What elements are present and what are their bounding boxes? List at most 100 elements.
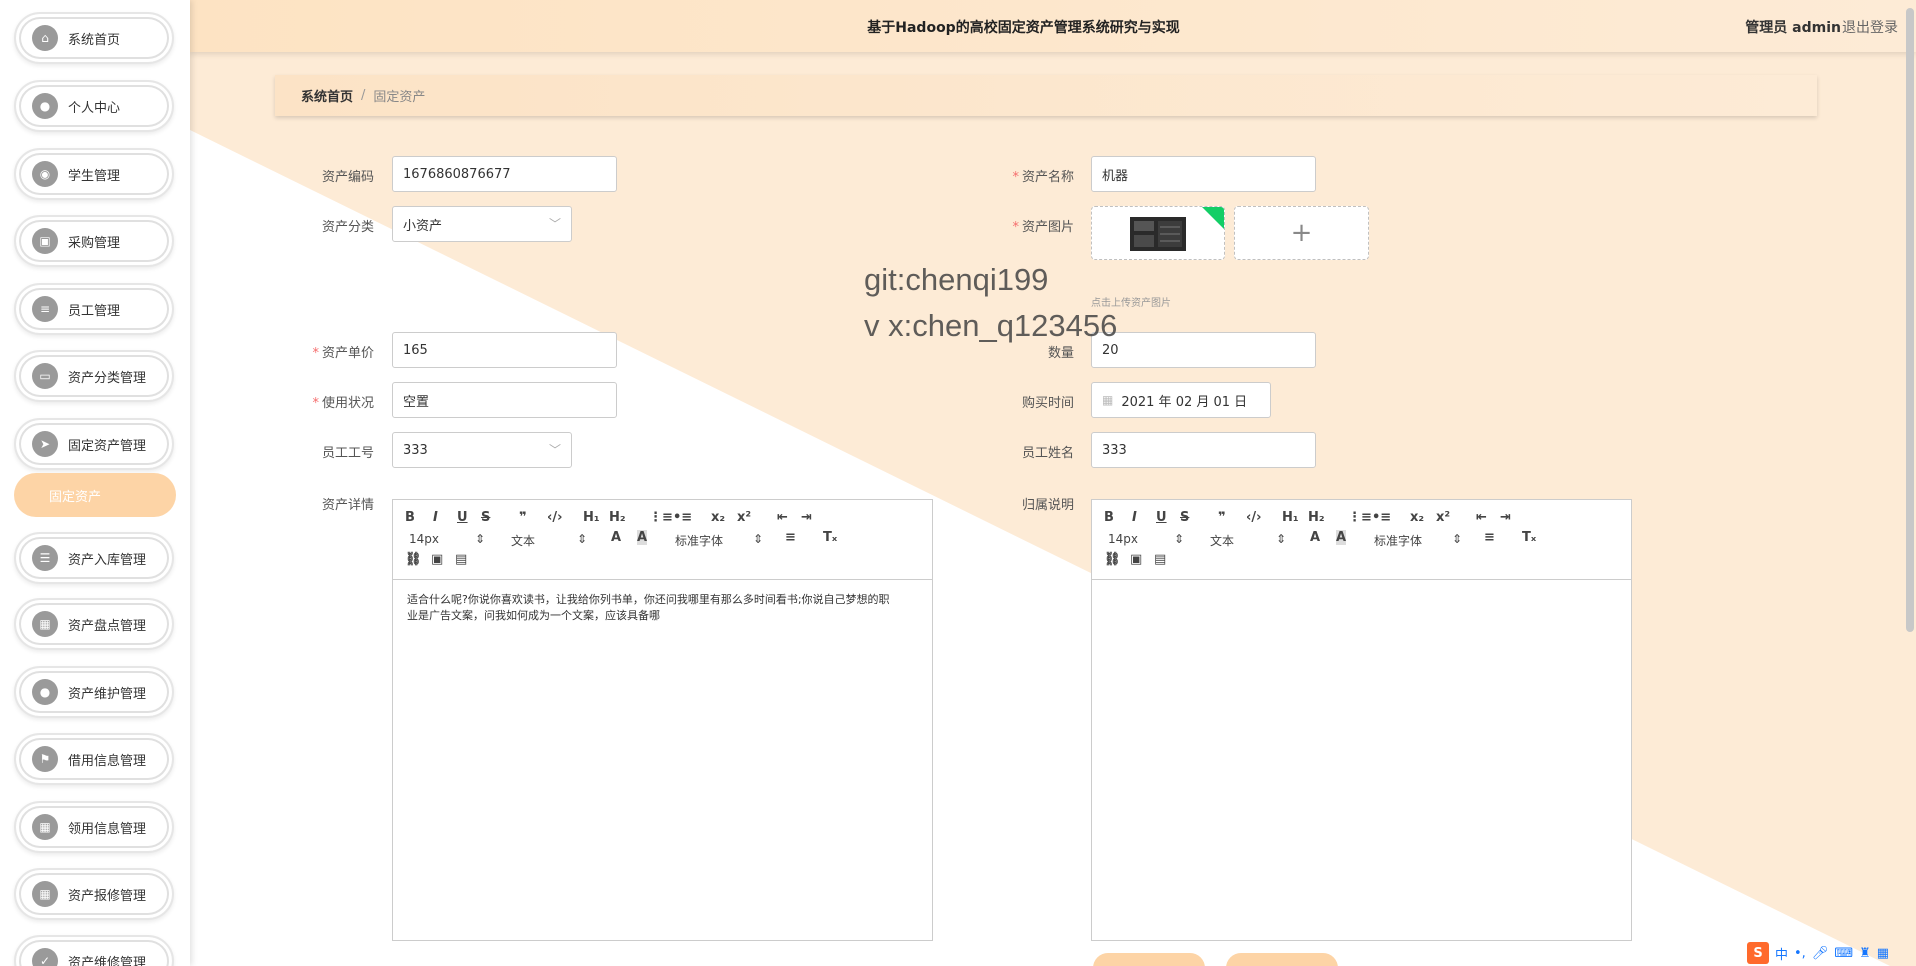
bullet-list-icon[interactable]: •≡: [1372, 510, 1391, 525]
link-icon[interactable]: ⛓: [1104, 552, 1121, 567]
ordered-list-icon[interactable]: ⋮≡: [649, 510, 673, 525]
sidebar-item-home[interactable]: ⌂ 系统首页: [14, 12, 174, 64]
breadcrumb: 系统首页 / 固定资产: [275, 75, 1817, 116]
asset-code-input[interactable]: 1676860876677: [392, 156, 617, 192]
bullet-list-icon[interactable]: •≡: [673, 510, 692, 525]
asset-detail-content[interactable]: 适合什么呢?你说你喜欢读书，让我给你列书单，你还问我哪里有那么多时间看书;你说自…: [393, 580, 913, 636]
sidebar-item-personal-center[interactable]: ● 个人中心: [14, 80, 174, 132]
list-icon: ≡: [32, 296, 58, 322]
unit-price-input[interactable]: 165: [392, 332, 617, 368]
superscript-icon[interactable]: x²: [1436, 510, 1450, 525]
breadcrumb-home[interactable]: 系统首页: [301, 86, 353, 105]
sidebar-item-purchase[interactable]: ▣ 采购管理: [14, 215, 174, 267]
indent-icon[interactable]: ⇥: [801, 510, 812, 525]
employee-no-select[interactable]: 333 ﹀: [392, 432, 572, 468]
quantity-input[interactable]: 20: [1091, 332, 1316, 368]
align-icon[interactable]: ≡: [785, 530, 796, 545]
sidebar-item-students[interactable]: ◉ 学生管理: [14, 148, 174, 200]
punctuation-icon[interactable]: •,: [1794, 946, 1806, 961]
sidebar-item-asset-repair[interactable]: ✓ 资产维修管理: [14, 935, 174, 966]
h1-icon[interactable]: H₁: [583, 510, 600, 525]
subscript-icon[interactable]: x₂: [711, 510, 725, 525]
location-icon: ◉: [32, 161, 58, 187]
h2-icon[interactable]: H₂: [1308, 510, 1325, 525]
background-color-icon[interactable]: A: [1336, 530, 1347, 545]
microphone-icon[interactable]: 🎤︎: [1812, 946, 1829, 961]
sidebar-item-employees[interactable]: ≡ 员工管理: [14, 283, 174, 335]
sidebar-item-fixed-assets[interactable]: ➤ 固定资产管理: [14, 418, 174, 470]
italic-icon[interactable]: I: [433, 510, 438, 525]
video-icon[interactable]: ▤: [1154, 552, 1166, 567]
outdent-icon[interactable]: ⇤: [777, 510, 788, 525]
sidebar-item-asset-inventory[interactable]: ▦ 资产盘点管理: [14, 598, 174, 650]
quote-icon[interactable]: ❞: [519, 510, 527, 525]
link-icon[interactable]: ⛓: [405, 552, 422, 567]
chevron-updown-icon: ⇕: [475, 532, 486, 546]
h2-icon[interactable]: H₂: [609, 510, 626, 525]
clear-format-icon[interactable]: Tₓ: [1522, 530, 1536, 545]
keyboard-icon[interactable]: ⌨: [1834, 946, 1853, 961]
font-size-select[interactable]: 14px: [1108, 532, 1138, 546]
background-color-icon[interactable]: A: [637, 530, 648, 545]
underline-icon[interactable]: U: [457, 510, 468, 525]
indent-icon[interactable]: ⇥: [1500, 510, 1511, 525]
italic-icon[interactable]: I: [1132, 510, 1137, 525]
quote-icon[interactable]: ❞: [1218, 510, 1226, 525]
font-color-icon[interactable]: A: [611, 530, 621, 545]
sidebar-item-asset-inbound[interactable]: ☰ 资产入库管理: [14, 532, 174, 584]
text-style-select[interactable]: 文本: [1210, 532, 1234, 549]
user-icon: ●: [32, 679, 58, 705]
ownership-desc-content[interactable]: [1092, 580, 1612, 604]
align-icon[interactable]: ≡: [1484, 530, 1495, 545]
logout-link[interactable]: 退出登录: [1842, 17, 1898, 37]
asset-name-label: * 资产名称: [1012, 170, 1074, 185]
outdent-icon[interactable]: ⇤: [1476, 510, 1487, 525]
image-upload-button[interactable]: +: [1234, 206, 1369, 260]
font-family-select[interactable]: 标准字体: [675, 532, 723, 549]
bold-icon[interactable]: B: [405, 510, 415, 525]
sogou-icon[interactable]: S: [1747, 942, 1769, 964]
purchase-date-picker[interactable]: ▦ 2021 年 02 月 01 日: [1091, 382, 1271, 418]
page-scrollbar[interactable]: [1906, 8, 1914, 632]
cancel-button[interactable]: [1226, 953, 1338, 966]
image-icon[interactable]: ▣: [1130, 552, 1142, 567]
sidebar-item-asset-repair-report[interactable]: ▦ 资产报修管理: [14, 868, 174, 920]
shirt-icon[interactable]: ♜: [1859, 946, 1871, 961]
ownership-desc-editor[interactable]: B I U S ❞ ‹/› H₁ H₂ ⋮≡ •≡ x₂ x² ⇤ ⇥ 14px…: [1091, 499, 1632, 941]
h1-icon[interactable]: H₁: [1282, 510, 1299, 525]
submit-button[interactable]: [1093, 953, 1205, 966]
subscript-icon[interactable]: x₂: [1410, 510, 1424, 525]
asset-name-input[interactable]: 机器: [1091, 156, 1316, 192]
image-icon[interactable]: ▣: [431, 552, 443, 567]
strike-icon[interactable]: S: [481, 510, 490, 525]
purchase-date-value: 2021 年 02 月 01 日: [1121, 394, 1248, 410]
asset-category-select[interactable]: 小资产 ﹀: [392, 206, 572, 242]
usage-status-input[interactable]: 空置: [392, 382, 617, 418]
superscript-icon[interactable]: x²: [737, 510, 751, 525]
video-icon[interactable]: ▤: [455, 552, 467, 567]
asset-image-thumbnail[interactable]: [1091, 206, 1225, 260]
font-color-icon[interactable]: A: [1310, 530, 1320, 545]
sidebar-item-label: 固定资产管理: [68, 438, 147, 454]
sidebar-item-receive-info[interactable]: ▦ 领用信息管理: [14, 801, 174, 853]
asset-detail-editor[interactable]: B I U S ❞ ‹/› H₁ H₂ ⋮≡ •≡ x₂ x² ⇤ ⇥ 14px…: [392, 499, 933, 941]
clear-format-icon[interactable]: Tₓ: [823, 530, 837, 545]
chevron-down-icon: ﹀: [548, 443, 561, 457]
sidebar-item-borrow-info[interactable]: ⚑ 借用信息管理: [14, 733, 174, 785]
bold-icon[interactable]: B: [1104, 510, 1114, 525]
sidebar-item-asset-maintenance[interactable]: ● 资产维护管理: [14, 666, 174, 718]
grid-icon[interactable]: ▦: [1877, 946, 1889, 961]
ordered-list-icon[interactable]: ⋮≡: [1348, 510, 1372, 525]
strike-icon[interactable]: S: [1180, 510, 1189, 525]
employee-name-input[interactable]: 333: [1091, 432, 1316, 468]
underline-icon[interactable]: U: [1156, 510, 1167, 525]
font-family-select[interactable]: 标准字体: [1374, 532, 1422, 549]
sidebar-item-asset-category[interactable]: ▭ 资产分类管理: [14, 350, 174, 402]
code-icon[interactable]: ‹/›: [1246, 510, 1261, 525]
text-style-select[interactable]: 文本: [511, 532, 535, 549]
submenu-fixed-assets[interactable]: 固定资产: [14, 473, 176, 517]
font-size-select[interactable]: 14px: [409, 532, 439, 546]
asset-detail-label: 资产详情: [321, 498, 374, 513]
ime-mode[interactable]: 中: [1775, 944, 1788, 963]
code-icon[interactable]: ‹/›: [547, 510, 562, 525]
